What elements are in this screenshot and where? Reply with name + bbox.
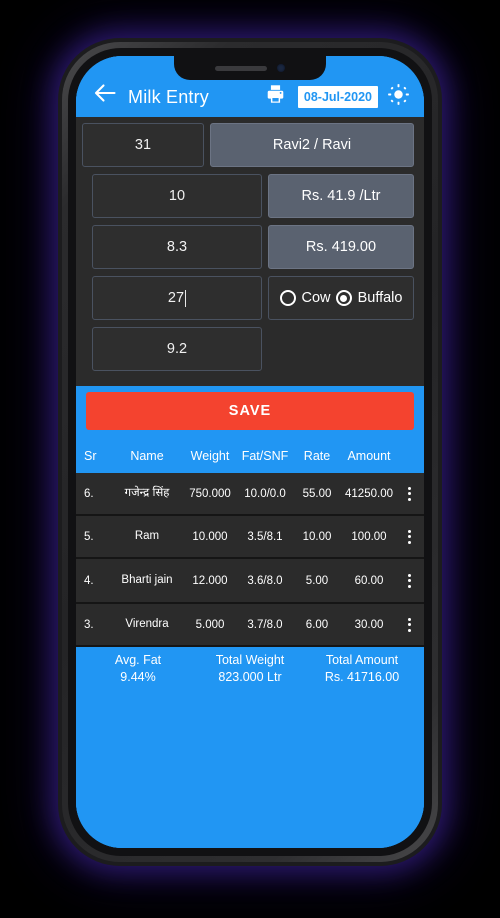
cell-name: Ram (134, 529, 160, 542)
form-row-clr: 9.2 (82, 327, 414, 371)
printer-icon[interactable] (262, 80, 290, 108)
clr-input[interactable]: 9.2 (92, 327, 262, 371)
milk-entry-app: Milk Entry 08-Jul-2020 31 Ravi2 / Ravi 1… (76, 56, 424, 848)
summary-avg-fat-value: 9.44% (120, 669, 156, 684)
cell-rate: 55.00 (302, 487, 332, 500)
cell-rate: 10.00 (302, 530, 332, 543)
summary-avg-fat-label: Avg. Fat (114, 653, 162, 667)
cell-weight: 12.000 (192, 574, 228, 587)
earpiece-speaker-icon (215, 65, 267, 71)
cell-name: गजेन्द्र सिंह (124, 486, 170, 499)
summary-total-weight-label: Total Weight (215, 653, 285, 667)
totals-summary-bar: Avg. Fat 9.44% Total Weight 823.000 Ltr … (76, 647, 424, 693)
summary-avg-fat: Avg. Fat 9.44% (82, 652, 194, 686)
column-header-name: Name (130, 448, 164, 463)
cell-weight: 5.000 (195, 618, 225, 631)
more-vertical-icon[interactable] (398, 617, 420, 632)
front-camera-icon (277, 64, 285, 72)
form-row-snf: 8.3 Rs. 419.00 (82, 225, 414, 269)
cell-amount: 60.00 (354, 574, 384, 587)
animal-type-group: Cow Buffalo (268, 276, 414, 320)
phone-notch (174, 56, 326, 80)
cell-fatsnf: 3.7/8.0 (247, 618, 283, 631)
form-row-weight: 27 Cow Buffalo (82, 276, 414, 320)
summary-total-weight-value: 823.000 Ltr (218, 669, 282, 684)
cell-amount: 41250.00 (345, 487, 393, 500)
empty-list-area (76, 692, 424, 848)
column-header-fatsnf: Fat/SNF (241, 449, 289, 463)
save-button-container: SAVE (76, 386, 424, 439)
rate-display: Rs. 41.9 /Ltr (268, 174, 414, 218)
column-header-rate: Rate (303, 449, 331, 463)
cell-amount: 30.00 (354, 618, 384, 631)
cell-fatsnf: 3.6/8.0 (247, 574, 283, 587)
cell-fatsnf: 10.0/0.0 (244, 487, 286, 500)
member-code-input[interactable]: 31 (82, 123, 204, 167)
member-name-display[interactable]: Ravi2 / Ravi (210, 123, 414, 167)
phone-screen: Milk Entry 08-Jul-2020 31 Ravi2 / Ravi 1… (76, 56, 424, 848)
more-vertical-icon[interactable] (398, 486, 420, 501)
summary-total-weight: Total Weight 823.000 Ltr (194, 652, 306, 686)
column-header-weight: Weight (190, 449, 230, 463)
sun-icon[interactable] (384, 80, 412, 108)
cell-fatsnf: 3.5/8.1 (247, 530, 283, 543)
cell-sr: 6. (84, 487, 94, 500)
cell-weight: 10.000 (192, 530, 228, 543)
radio-label-buffalo: Buffalo (357, 290, 403, 306)
more-vertical-icon[interactable] (398, 529, 420, 544)
cell-sr: 4. (84, 574, 94, 587)
screenshot-stage: Milk Entry 08-Jul-2020 31 Ravi2 / Ravi 1… (0, 0, 500, 918)
form-row-fat: 10 Rs. 41.9 /Ltr (82, 174, 414, 218)
table-row[interactable]: 3. Virendra 5.000 3.7/8.0 6.00 30.00 (76, 604, 424, 647)
fat-input[interactable]: 10 (92, 174, 262, 218)
cell-amount: 100.00 (351, 530, 387, 543)
summary-total-amount-label: Total Amount (325, 653, 399, 667)
radio-label-cow: Cow (301, 290, 331, 306)
cell-name: Bharti jain (121, 573, 173, 586)
page-title: Milk Entry (128, 87, 210, 107)
date-picker-field[interactable]: 08-Jul-2020 (297, 86, 378, 108)
table-row[interactable]: 6. गजेन्द्र सिंह 750.000 10.0/0.0 55.00 … (76, 473, 424, 516)
save-button[interactable]: SAVE (86, 392, 414, 430)
cell-rate: 5.00 (305, 574, 329, 587)
cell-sr: 3. (84, 618, 94, 631)
weight-input[interactable]: 27 (92, 276, 262, 320)
radio-unchecked-icon (279, 290, 296, 306)
table-row[interactable]: 4. Bharti jain 12.000 3.6/8.0 5.00 60.00 (76, 559, 424, 604)
cell-sr: 5. (84, 530, 94, 543)
cell-name: Virendra (125, 617, 169, 630)
back-arrow-icon[interactable] (88, 78, 122, 108)
weight-input-value: 27 (167, 290, 185, 306)
entries-table-header: Sr Name Weight Fat/SNF Rate Amount (76, 439, 424, 473)
form-row-member: 31 Ravi2 / Ravi (82, 123, 414, 167)
summary-total-amount-value: Rs. 41716.00 (324, 669, 400, 684)
column-header-amount: Amount (347, 449, 391, 463)
radio-option-buffalo[interactable]: Buffalo (335, 290, 403, 306)
radio-option-cow[interactable]: Cow (279, 290, 331, 306)
more-vertical-icon[interactable] (398, 573, 420, 588)
amount-display: Rs. 419.00 (268, 225, 414, 269)
snf-input[interactable]: 8.3 (92, 225, 262, 269)
text-caret (185, 289, 187, 307)
cell-weight: 750.000 (189, 487, 231, 500)
cell-rate: 6.00 (305, 618, 329, 631)
summary-total-amount: Total Amount Rs. 41716.00 (306, 652, 418, 686)
entry-form: 31 Ravi2 / Ravi 10 Rs. 41.9 /Ltr 8.3 Rs.… (76, 117, 424, 386)
column-header-sr: Sr (84, 449, 97, 463)
radio-checked-icon (335, 290, 352, 306)
table-row[interactable]: 5. Ram 10.000 3.5/8.1 10.00 100.00 (76, 516, 424, 559)
